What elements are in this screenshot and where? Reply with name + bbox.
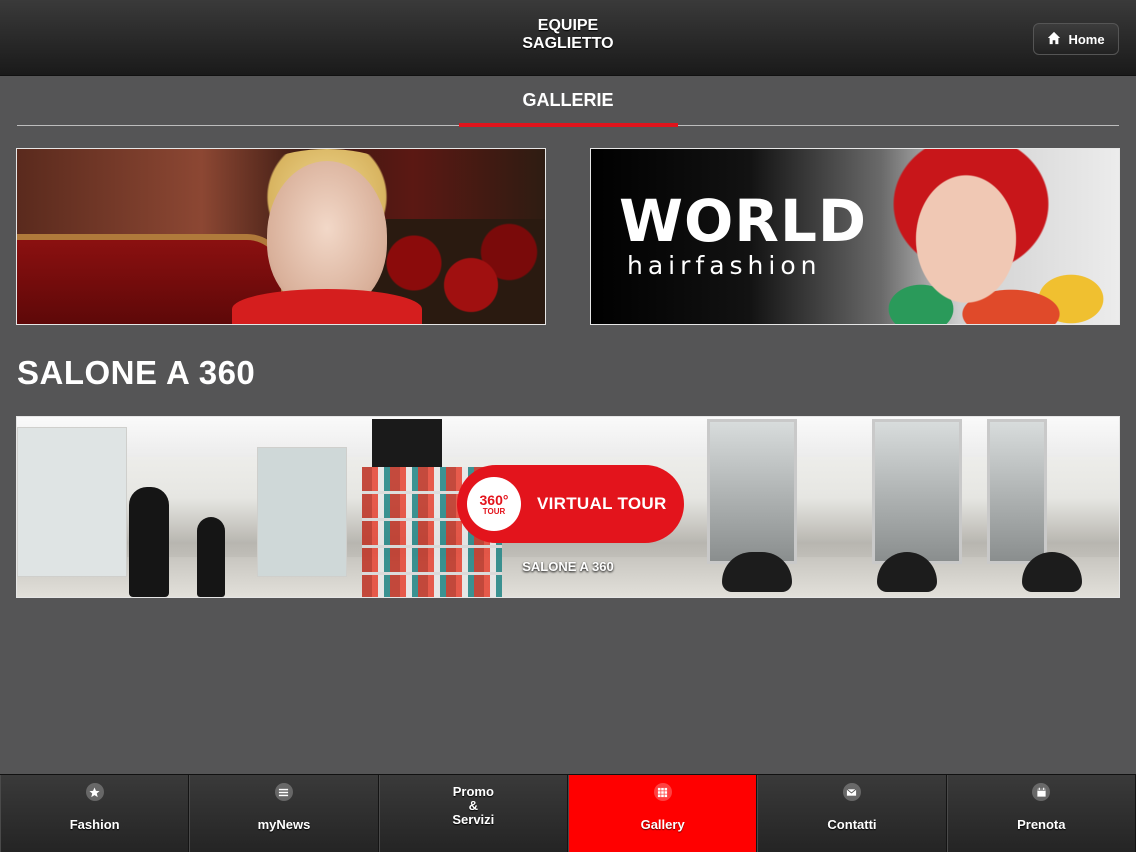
- banner-model-image: [861, 149, 1119, 324]
- gallery-banner-fashion[interactable]: [16, 148, 546, 325]
- mail-icon: [842, 783, 861, 801]
- app-header: EQUIPE SAGLIETTO Home: [0, 0, 1136, 76]
- nav-item-contatti[interactable]: Contatti: [757, 775, 947, 852]
- pano-mirror: [987, 419, 1047, 564]
- pano-wall: [17, 427, 127, 577]
- nav-label-prenota: Prenota: [1017, 817, 1066, 832]
- app-title-line1: EQUIPE: [537, 17, 599, 34]
- pano-person: [197, 517, 225, 597]
- nav-label-promo-servizi: Promo & Servizi: [380, 785, 567, 827]
- grid-icon: [653, 783, 672, 801]
- bottom-nav: Fashion myNews Promo & Servizi Gallery C…: [0, 774, 1136, 852]
- nav-label-mynews: myNews: [257, 817, 311, 832]
- nav-item-gallery[interactable]: Gallery: [567, 775, 758, 852]
- banner-brand-subtitle: hairfashion: [627, 251, 822, 280]
- nav-item-prenota[interactable]: Prenota: [946, 775, 1136, 852]
- pano-mirror: [707, 419, 797, 564]
- app-title-line2: SAGLIETTO: [522, 35, 614, 52]
- nav-item-mynews[interactable]: myNews: [189, 775, 379, 852]
- panorama-caption: SALONE A 360: [522, 559, 614, 574]
- app-title: EQUIPE SAGLIETTO: [0, 17, 1136, 53]
- nav-label-promo-line1: Promo: [452, 784, 494, 799]
- banner-brand-title: WORLD: [619, 187, 868, 255]
- nav-label-promo-line3: Servizi: [452, 812, 495, 827]
- tour-badge-number: 360°: [479, 491, 509, 508]
- home-button[interactable]: Home: [1033, 23, 1119, 55]
- banner-model-dress: [232, 289, 422, 324]
- nav-label-gallery: Gallery: [640, 817, 685, 832]
- virtual-tour-button[interactable]: 360° TOUR VIRTUAL TOUR: [457, 465, 684, 543]
- salone-panorama[interactable]: 360° TOUR VIRTUAL TOUR SALONE A 360: [16, 416, 1120, 598]
- virtual-tour-label: VIRTUAL TOUR: [537, 494, 667, 513]
- title-divider-accent: [459, 123, 678, 127]
- nav-item-promo-servizi[interactable]: Promo & Servizi: [378, 775, 568, 852]
- home-icon: [1047, 31, 1061, 48]
- gallery-banner-world-hairfashion[interactable]: WORLD hairfashion: [590, 148, 1120, 325]
- tour-badge-text: TOUR: [482, 506, 506, 516]
- star-icon: [85, 783, 104, 801]
- nav-label-contatti: Contatti: [827, 817, 877, 832]
- nav-label-fashion: Fashion: [69, 817, 120, 832]
- calendar-icon: [1032, 783, 1051, 801]
- pano-tv: [372, 419, 442, 467]
- page-title: GALLERIE: [522, 90, 614, 110]
- salone-heading: SALONE A 360: [17, 354, 256, 391]
- pano-mirror: [872, 419, 962, 564]
- nav-item-fashion[interactable]: Fashion: [0, 775, 190, 852]
- nav-label-promo-line2: &: [468, 798, 479, 813]
- pano-person: [129, 487, 169, 597]
- list-icon: [274, 783, 293, 801]
- tour-360-icon: 360° TOUR: [467, 477, 521, 531]
- home-button-label: Home: [1068, 31, 1105, 47]
- pano-window: [257, 447, 347, 577]
